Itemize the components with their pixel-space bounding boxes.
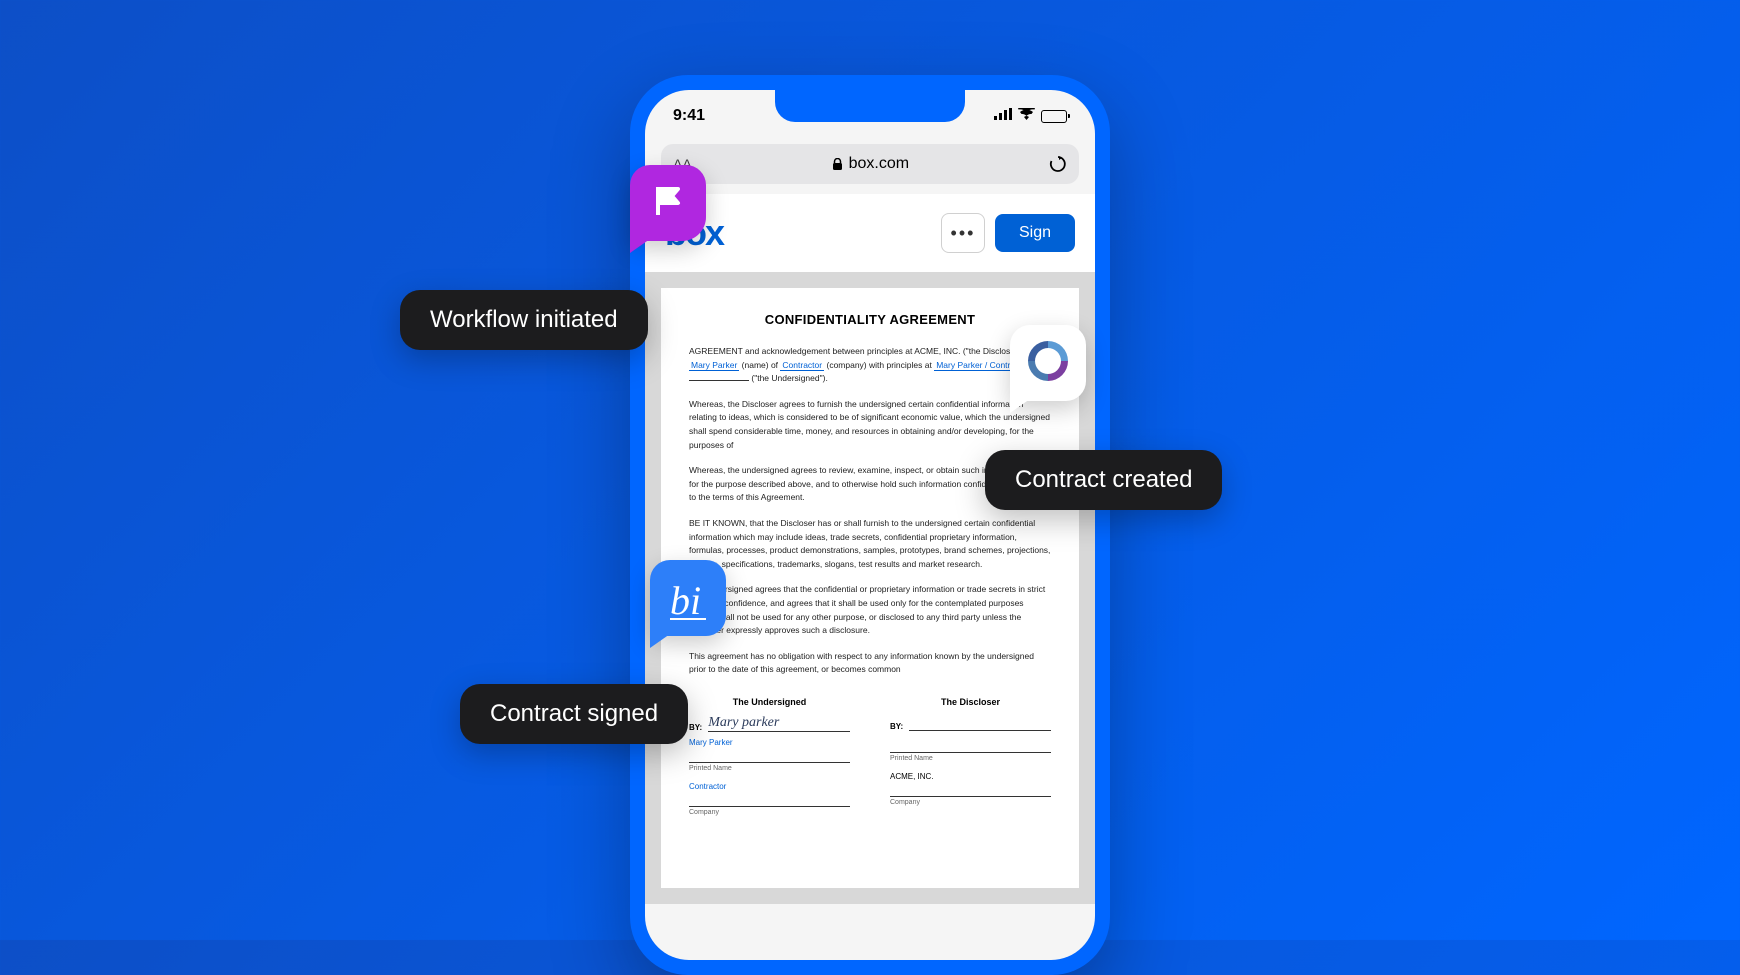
script-text: bi xyxy=(670,578,701,623)
phone-screen: 9:41 AA box.com xyxy=(645,90,1095,960)
header-buttons: ••• Sign xyxy=(941,213,1075,253)
printed-name-value: Mary Parker xyxy=(689,738,850,747)
sign-button[interactable]: Sign xyxy=(995,214,1075,252)
battery-icon xyxy=(1041,110,1067,123)
workflow-app-icon xyxy=(630,165,706,241)
office-app-icon xyxy=(1010,325,1086,401)
blank-field xyxy=(689,380,749,381)
field-name[interactable]: Mary Parker xyxy=(689,360,739,371)
document-title: CONFIDENTIALITY AGREEMENT xyxy=(689,312,1051,327)
document-para-5: This agreement has no obligation with re… xyxy=(689,650,1051,677)
signature-row: BY: Mary parker xyxy=(689,715,850,732)
printed-name-line xyxy=(689,747,850,763)
sig-title-undersigned: The Undersigned xyxy=(689,697,850,707)
by-label: BY: xyxy=(689,723,702,732)
signature-field[interactable]: Mary parker xyxy=(708,715,850,732)
notification-contract-signed: Contract signed xyxy=(460,684,688,744)
notification-workflow-initiated: Workflow initiated xyxy=(400,290,648,350)
by-label-discloser: BY: xyxy=(890,722,903,731)
flag-icon xyxy=(650,183,686,224)
signal-icon xyxy=(994,107,1012,125)
signature-row-discloser: BY: xyxy=(890,715,1051,731)
url-text: box.com xyxy=(849,155,909,173)
document-para-1: Whereas, the Discloser agrees to furnish… xyxy=(689,398,1051,452)
document-para-4: The undersigned agrees that the confiden… xyxy=(689,583,1051,637)
printed-name-label-discloser: Printed Name xyxy=(890,755,1051,762)
sign-app-icon: bi xyxy=(650,560,726,636)
printed-name-label: Printed Name xyxy=(689,765,850,772)
url-area[interactable]: box.com xyxy=(700,155,1041,173)
company-line-right xyxy=(890,781,1051,797)
company-label-left: Company xyxy=(689,809,850,816)
document-intro: AGREEMENT and acknowledgement between pr… xyxy=(689,345,1051,386)
refresh-icon[interactable] xyxy=(1049,155,1067,173)
company-value-right: ACME, INC. xyxy=(890,772,1051,781)
phone-notch xyxy=(775,90,965,122)
document-para-3: BE IT KNOWN, that the Discloser has or s… xyxy=(689,517,1051,571)
sig-title-discloser: The Discloser xyxy=(890,697,1051,707)
status-icons xyxy=(994,107,1067,125)
app-header: box ••• Sign xyxy=(645,194,1095,272)
script-signature-icon: bi xyxy=(670,577,706,620)
signature-field-discloser[interactable] xyxy=(909,715,1051,731)
browser-address-bar[interactable]: AA box.com xyxy=(661,144,1079,184)
label-name-of: (name) of xyxy=(742,360,778,370)
lock-icon xyxy=(832,158,843,171)
signature-column-discloser: The Discloser BY: Printed Name ACME, INC… xyxy=(890,697,1051,826)
notification-contract-created: Contract created xyxy=(985,450,1222,510)
intro-text: AGREEMENT and acknowledgement between pr… xyxy=(689,346,1040,356)
status-time: 9:41 xyxy=(673,107,705,125)
label-undersigned: ("the Undersigned"). xyxy=(751,373,827,383)
signature-value: Mary parker xyxy=(708,715,779,731)
signature-column-undersigned: The Undersigned BY: Mary parker Mary Par… xyxy=(689,697,850,826)
field-company[interactable]: Contractor xyxy=(780,360,824,371)
company-label-right: Company xyxy=(890,799,1051,806)
signature-section: The Undersigned BY: Mary parker Mary Par… xyxy=(689,697,1051,826)
office-circle-icon xyxy=(1023,336,1073,391)
printed-name-line-discloser xyxy=(890,737,1051,753)
wifi-icon xyxy=(1018,107,1035,125)
more-button[interactable]: ••• xyxy=(941,213,985,253)
label-company-with: (company) with principles at xyxy=(826,360,931,370)
company-value-left: Contractor xyxy=(689,782,850,791)
company-line-left xyxy=(689,791,850,807)
